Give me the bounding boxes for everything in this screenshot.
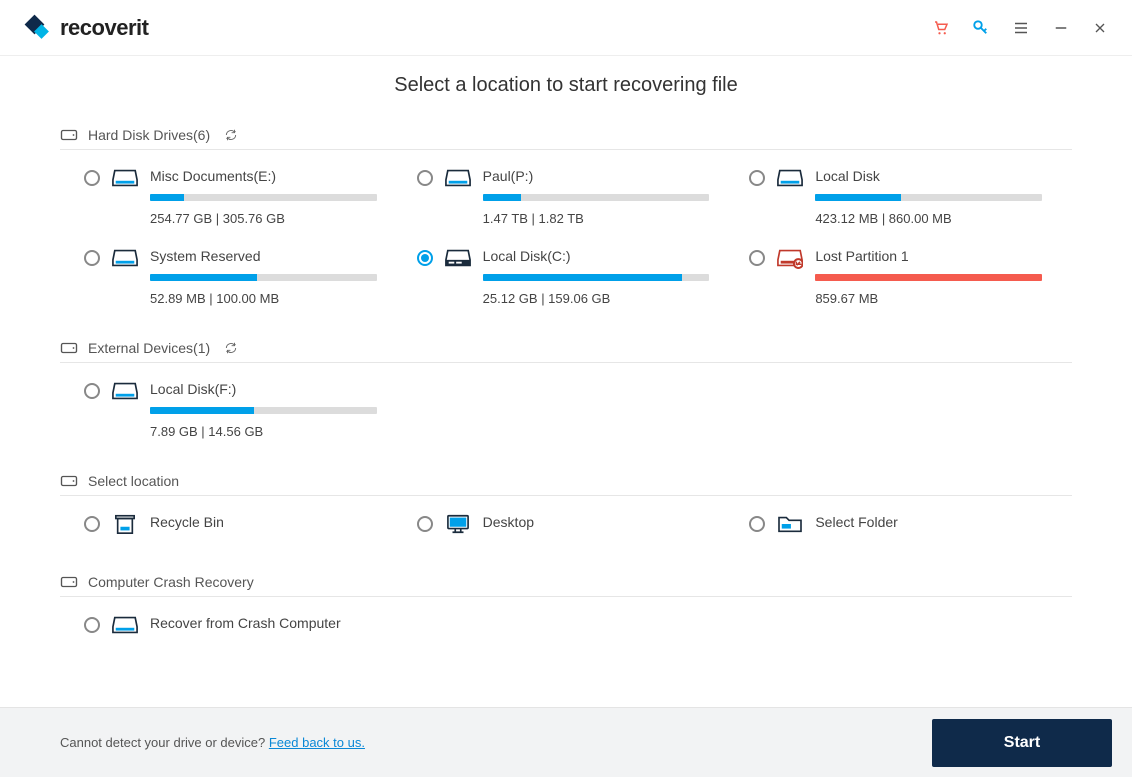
section-crash-label: Computer Crash Recovery (88, 574, 254, 590)
usage-bar (483, 194, 710, 201)
drive-size: 7.89 GB | 14.56 GB (150, 424, 377, 439)
drive-item[interactable]: Lost Partition 1 859.67 MB (749, 248, 1072, 306)
drive-label: Lost Partition 1 (815, 248, 1042, 264)
drive-label: Local Disk(F:) (150, 381, 377, 397)
drive-category-icon (60, 127, 78, 143)
drive-radio[interactable] (417, 250, 433, 266)
disk-icon (112, 381, 138, 407)
drive-category-icon (60, 574, 78, 590)
app-logo: recoverit (24, 14, 148, 42)
close-icon[interactable] (1092, 20, 1108, 36)
drive-item[interactable]: Select Folder (749, 514, 1072, 540)
drive-category-icon (60, 340, 78, 356)
key-icon[interactable] (972, 19, 990, 37)
drive-size: 1.47 TB | 1.82 TB (483, 211, 710, 226)
disk-icon (445, 168, 471, 194)
feedback-link[interactable]: Feed back to us. (269, 735, 365, 750)
system-icon (445, 248, 471, 274)
disk-icon (112, 168, 138, 194)
drive-label: Paul(P:) (483, 168, 710, 184)
drive-radio[interactable] (749, 516, 765, 532)
drive-item[interactable]: Local Disk(F:) 7.89 GB | 14.56 GB (84, 381, 407, 439)
drive-category-icon (60, 473, 78, 489)
titlebar: recoverit (0, 0, 1132, 56)
drive-label: System Reserved (150, 248, 377, 264)
section-hdd-label: Hard Disk Drives(6) (88, 127, 210, 143)
main-content: Select a location to start recovering fi… (0, 56, 1132, 707)
drive-item[interactable]: Local Disk(C:) 25.12 GB | 159.06 GB (417, 248, 740, 306)
drive-radio[interactable] (84, 516, 100, 532)
usage-bar (150, 274, 377, 281)
usage-bar (815, 194, 1042, 201)
start-button[interactable]: Start (932, 719, 1112, 767)
drive-item[interactable]: Local Disk 423.12 MB | 860.00 MB (749, 168, 1072, 226)
footer-prompt: Cannot detect your drive or device? (60, 735, 269, 750)
section-crash-head: Computer Crash Recovery (60, 568, 1072, 597)
usage-bar (150, 194, 377, 201)
drive-radio[interactable] (84, 170, 100, 186)
section-external-label: External Devices(1) (88, 340, 210, 356)
logo-icon (24, 14, 52, 42)
section-external-head: External Devices(1) (60, 334, 1072, 363)
drive-label: Local Disk(C:) (483, 248, 710, 264)
section-hdd-head: Hard Disk Drives(6) (60, 121, 1072, 150)
drive-item[interactable]: Desktop (417, 514, 740, 540)
refresh-icon[interactable] (224, 341, 238, 355)
app-title: recoverit (60, 15, 148, 41)
drive-radio[interactable] (417, 170, 433, 186)
folder-icon (777, 514, 803, 540)
drive-item[interactable]: Paul(P:) 1.47 TB | 1.82 TB (417, 168, 740, 226)
drive-size: 254.77 GB | 305.76 GB (150, 211, 377, 226)
footer: Cannot detect your drive or device? Feed… (0, 707, 1132, 777)
drive-label: Desktop (483, 514, 710, 530)
drive-label: Recycle Bin (150, 514, 377, 530)
desktop-icon (445, 514, 471, 540)
minimize-icon[interactable] (1052, 19, 1070, 37)
page-title: Select a location to start recovering fi… (60, 74, 1072, 97)
usage-bar (150, 407, 377, 414)
refresh-icon[interactable] (224, 128, 238, 142)
drive-radio[interactable] (84, 617, 100, 633)
drive-radio[interactable] (84, 383, 100, 399)
hdd-grid: Misc Documents(E:) 254.77 GB | 305.76 GB… (60, 168, 1072, 306)
disk-icon (777, 168, 803, 194)
section-location-head: Select location (60, 467, 1072, 496)
recycle-icon (112, 514, 138, 540)
drive-label: Misc Documents(E:) (150, 168, 377, 184)
drive-radio[interactable] (749, 170, 765, 186)
drive-radio[interactable] (749, 250, 765, 266)
disk-icon (112, 615, 138, 641)
drive-item[interactable]: Recycle Bin (84, 514, 407, 540)
drive-label: Recover from Crash Computer (150, 615, 377, 631)
drive-item[interactable]: Recover from Crash Computer (84, 615, 407, 641)
menu-icon[interactable] (1012, 19, 1030, 37)
footer-text: Cannot detect your drive or device? Feed… (60, 735, 365, 750)
location-grid: Recycle Bin Desktop Select Folder (60, 514, 1072, 540)
drive-size: 859.67 MB (815, 291, 1042, 306)
drive-size: 423.12 MB | 860.00 MB (815, 211, 1042, 226)
drive-size: 25.12 GB | 159.06 GB (483, 291, 710, 306)
drive-radio[interactable] (84, 250, 100, 266)
drive-item[interactable]: Misc Documents(E:) 254.77 GB | 305.76 GB (84, 168, 407, 226)
disk-icon (112, 248, 138, 274)
drive-size: 52.89 MB | 100.00 MB (150, 291, 377, 306)
drive-label: Select Folder (815, 514, 1042, 530)
section-location-label: Select location (88, 473, 179, 489)
drive-item[interactable]: System Reserved 52.89 MB | 100.00 MB (84, 248, 407, 306)
drive-label: Local Disk (815, 168, 1042, 184)
drive-radio[interactable] (417, 516, 433, 532)
external-grid: Local Disk(F:) 7.89 GB | 14.56 GB (60, 381, 1072, 439)
lost-icon (777, 248, 803, 274)
usage-bar (815, 274, 1042, 281)
usage-bar (483, 274, 710, 281)
crash-grid: Recover from Crash Computer (60, 615, 1072, 641)
cart-icon[interactable] (932, 19, 950, 37)
